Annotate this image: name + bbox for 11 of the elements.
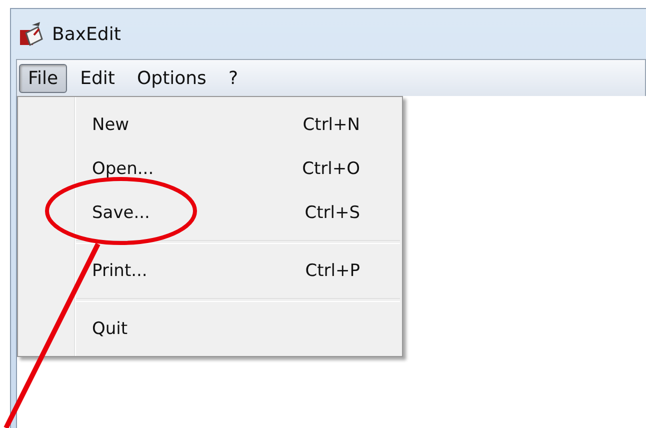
menu-bar-item[interactable]: Edit: [71, 64, 124, 92]
menu-item[interactable]: Print... Ctrl+P: [20, 249, 400, 293]
menu-item[interactable]: Open... Ctrl+O: [20, 147, 400, 191]
menu-bar-item[interactable]: ?: [219, 64, 247, 92]
menu-item[interactable]: Quit: [20, 307, 400, 351]
menu-item[interactable]: Save... Ctrl+S: [20, 191, 400, 235]
menu-item[interactable]: New Ctrl+N: [20, 103, 400, 147]
app-icon: [18, 21, 44, 47]
menu-bar-item[interactable]: File: [19, 64, 68, 92]
window-title: BaxEdit: [52, 24, 121, 44]
menu-bar-item[interactable]: Options: [128, 64, 216, 92]
